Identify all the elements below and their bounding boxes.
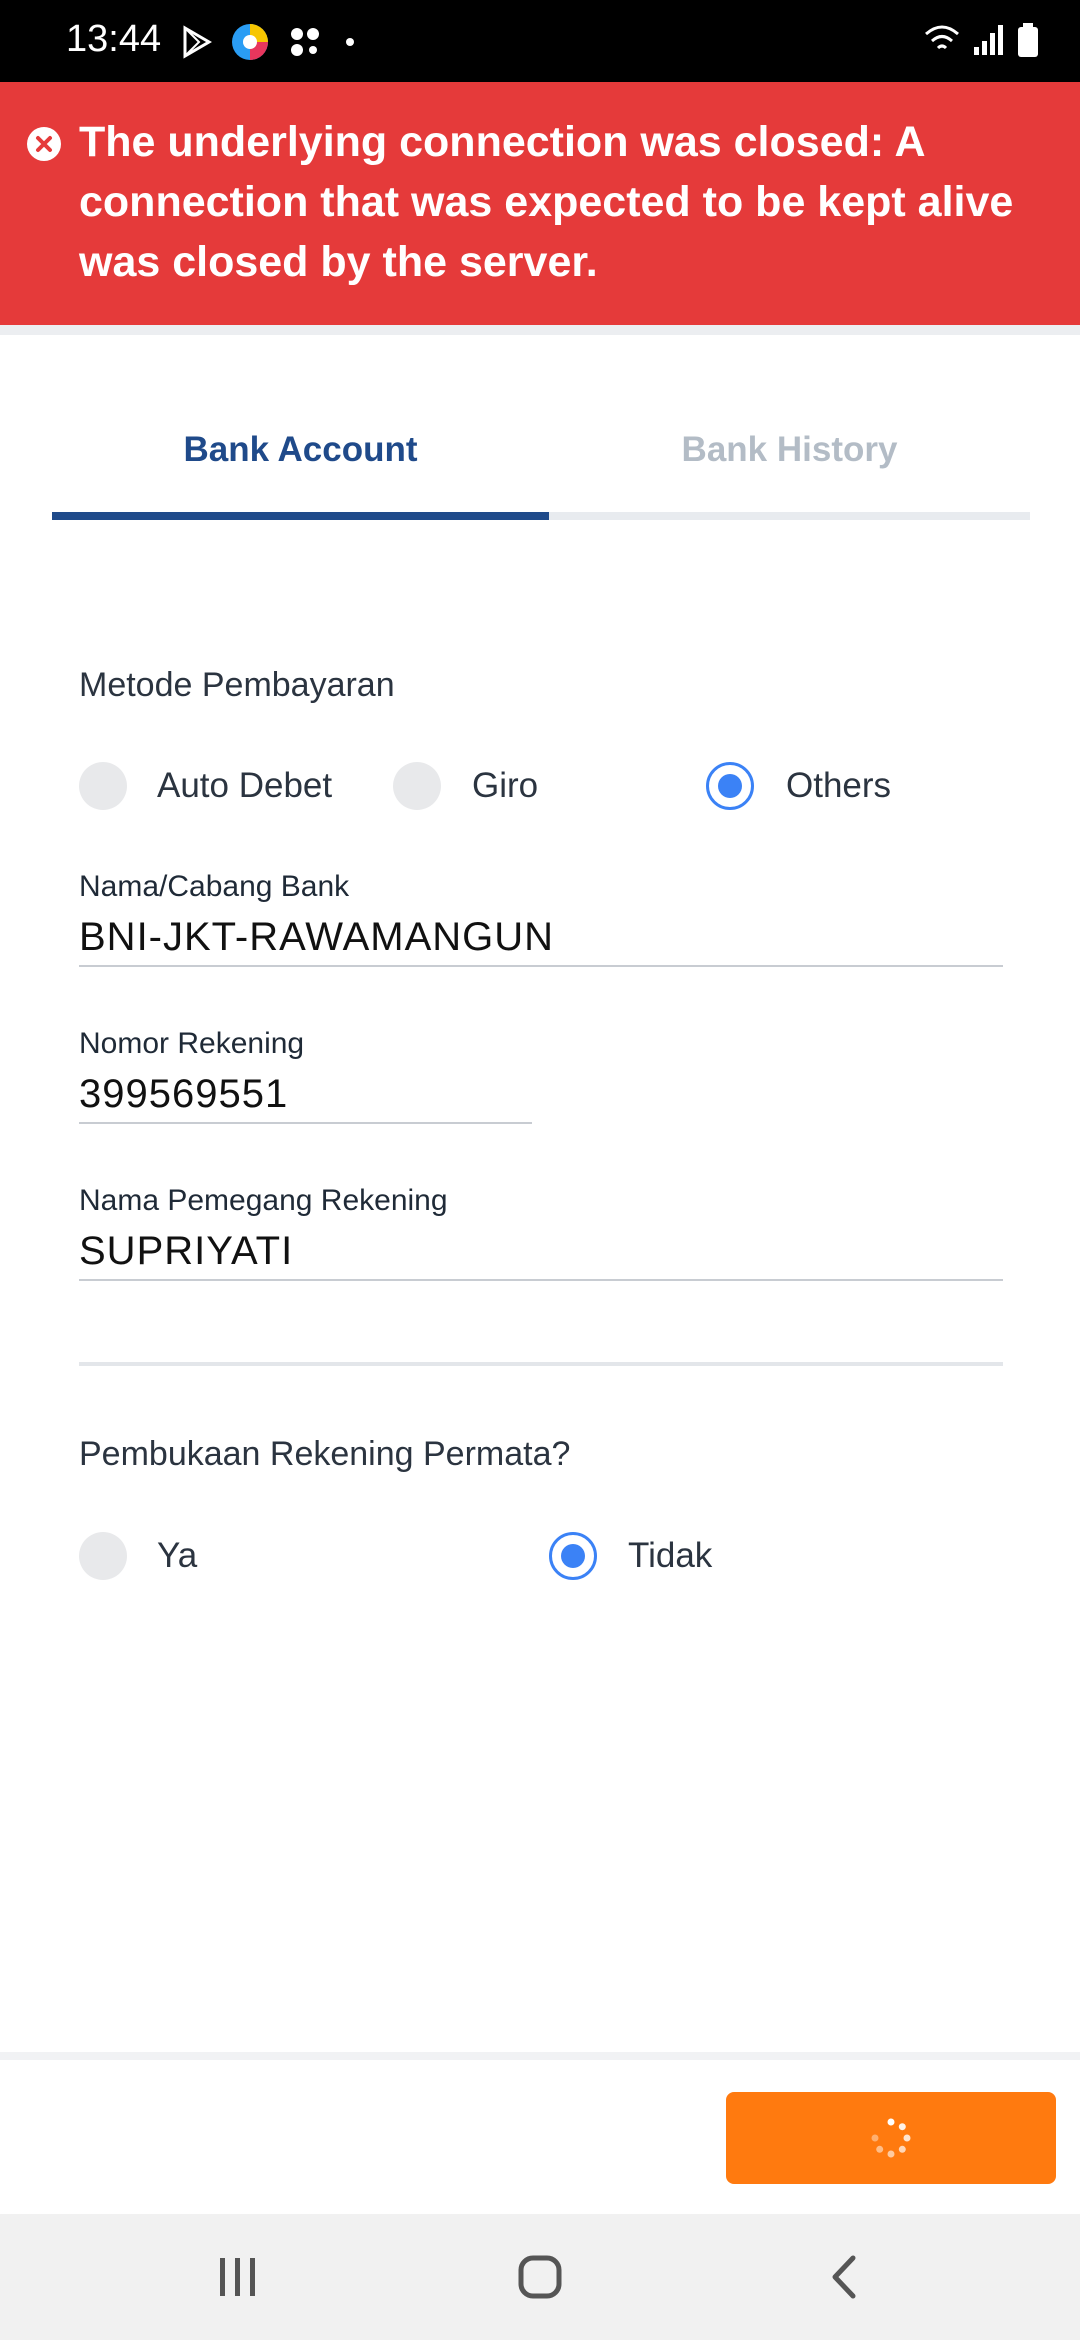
app-icon <box>232 24 268 60</box>
section-divider <box>79 1362 1003 1366</box>
bank-branch-input[interactable]: BNI-JKT-RAWAMANGUN <box>79 915 554 960</box>
status-time: 13:44 <box>66 18 162 60</box>
radio-ya[interactable] <box>79 1532 127 1580</box>
loading-spinner-icon <box>871 2118 911 2158</box>
battery-icon <box>1018 23 1038 57</box>
close-circle-icon[interactable] <box>26 126 62 162</box>
dots-grid-icon <box>291 28 319 56</box>
signal-icon <box>974 25 1003 55</box>
radio-others-label[interactable]: Others <box>786 766 891 806</box>
banner-shadow <box>0 325 1080 335</box>
tab-bank-history[interactable]: Bank History <box>549 410 1030 520</box>
home-button[interactable] <box>480 2214 600 2340</box>
permata-label: Pembukaan Rekening Permata? <box>79 1435 571 1473</box>
status-right-icons <box>922 22 1040 58</box>
bank-branch-label: Nama/Cabang Bank <box>79 870 350 903</box>
radio-others[interactable] <box>706 762 754 810</box>
radio-auto-debet[interactable] <box>79 762 127 810</box>
radio-ya-label[interactable]: Ya <box>157 1536 197 1576</box>
play-store-icon <box>183 25 212 59</box>
account-number-input[interactable]: 399569551 <box>79 1072 288 1117</box>
recents-button[interactable] <box>178 2214 298 2340</box>
wifi-icon <box>925 25 959 50</box>
radio-tidak[interactable] <box>549 1532 597 1580</box>
status-left-icons <box>182 22 360 62</box>
dot-icon <box>346 38 354 46</box>
tab-underline-active <box>52 512 549 520</box>
back-button[interactable] <box>783 2214 903 2340</box>
account-holder-input[interactable]: SUPRIYATI <box>79 1229 293 1274</box>
account-number-underline <box>79 1122 532 1124</box>
submit-button[interactable] <box>726 2092 1056 2184</box>
back-icon <box>832 2255 856 2299</box>
tab-bank-account[interactable]: Bank Account <box>52 410 549 520</box>
radio-auto-debet-label[interactable]: Auto Debet <box>157 766 332 806</box>
bank-branch-underline <box>79 965 1003 967</box>
error-banner: The underlying connection was closed: A … <box>0 82 1080 325</box>
radio-tidak-label[interactable]: Tidak <box>628 1536 712 1576</box>
status-bar: 13:44 <box>0 0 1080 82</box>
account-number-label: Nomor Rekening <box>79 1027 305 1060</box>
footer-shadow <box>0 2052 1080 2060</box>
recents-icon <box>220 2258 255 2296</box>
tab-bar: Bank Account Bank History <box>52 410 1030 520</box>
error-message: The underlying connection was closed: A … <box>79 118 1014 286</box>
navigation-bar <box>0 2214 1080 2340</box>
account-holder-underline <box>79 1279 1003 1281</box>
payment-method-label: Metode Pembayaran <box>79 666 395 704</box>
account-holder-label: Nama Pemegang Rekening <box>79 1184 448 1217</box>
home-icon <box>518 2255 562 2299</box>
radio-giro[interactable] <box>393 762 441 810</box>
radio-giro-label[interactable]: Giro <box>472 766 538 806</box>
